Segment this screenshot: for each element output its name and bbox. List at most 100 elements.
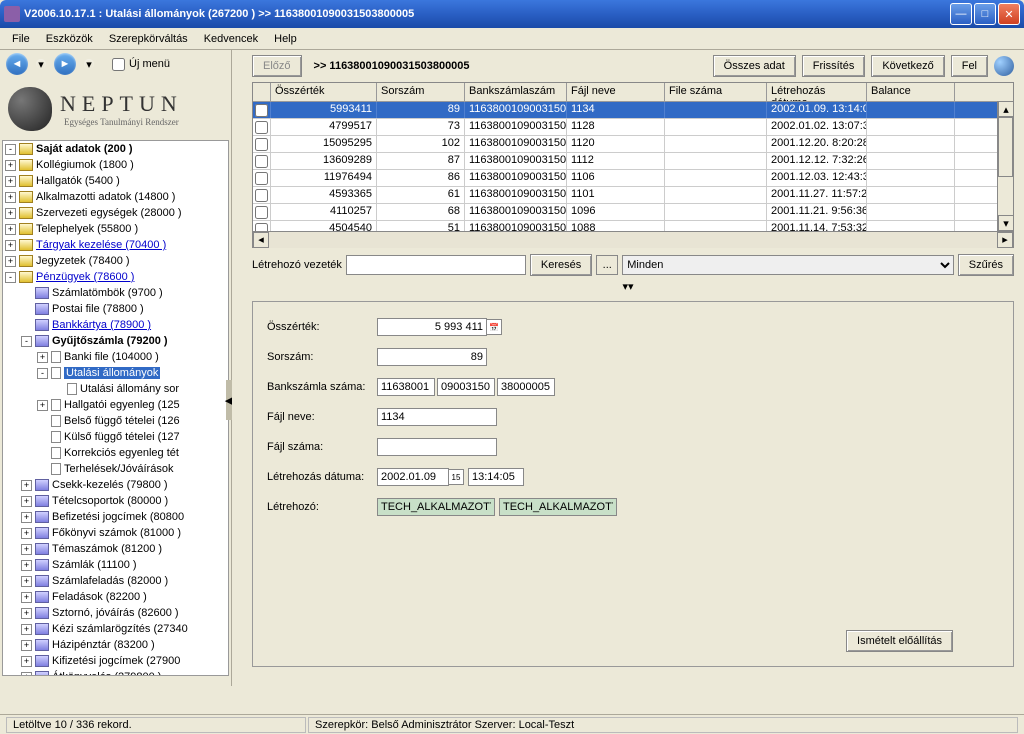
- tree-toggle-icon[interactable]: +: [21, 512, 32, 523]
- table-row[interactable]: 459336561116380010900315011012001.11.27.…: [253, 187, 1013, 204]
- tree-label[interactable]: Átkönyvelés (279800 ): [52, 671, 161, 676]
- new-menu-checkbox[interactable]: [112, 58, 125, 71]
- tree-label[interactable]: Hallgatói egyenleg (125: [64, 399, 180, 411]
- tree-label[interactable]: Utalási állomány sor: [80, 383, 179, 395]
- tree-toggle-icon[interactable]: +: [5, 224, 16, 235]
- row-checkbox[interactable]: [253, 153, 271, 169]
- tree-item[interactable]: -Gyűjtőszámla (79200 ): [3, 333, 228, 349]
- tree-item[interactable]: -Saját adatok (200 ): [3, 141, 228, 157]
- scroll-right-icon[interactable]: ▸: [997, 232, 1013, 248]
- tree-item[interactable]: +Csekk-kezelés (79800 ): [3, 477, 228, 493]
- row-checkbox[interactable]: [253, 119, 271, 135]
- scroll-up-icon[interactable]: ▴: [998, 101, 1014, 117]
- col-fileszama[interactable]: File száma: [665, 83, 767, 101]
- menu-file[interactable]: File: [4, 30, 38, 48]
- tree-label[interactable]: Főkönyvi számok (81000 ): [52, 527, 181, 539]
- tree-label[interactable]: Házipénztár (83200 ): [52, 639, 155, 651]
- tree-toggle-icon[interactable]: +: [21, 496, 32, 507]
- nav-back-button[interactable]: ◄: [6, 53, 28, 75]
- tree-item[interactable]: Számlatömbök (9700 ): [3, 285, 228, 301]
- tree-toggle-icon[interactable]: +: [5, 256, 16, 267]
- scroll-left-icon[interactable]: ◂: [253, 232, 269, 248]
- table-row[interactable]: 1360928987116380010900315011122001.12.12…: [253, 153, 1013, 170]
- tree-toggle-icon[interactable]: +: [21, 656, 32, 667]
- tree-label[interactable]: Számlák (11100 ): [52, 559, 137, 571]
- tree-label[interactable]: Telephelyek (55800 ): [36, 223, 138, 235]
- up-button[interactable]: Fel: [951, 55, 988, 77]
- close-button[interactable]: ✕: [998, 3, 1020, 25]
- tree-toggle-icon[interactable]: +: [21, 560, 32, 571]
- tree-item[interactable]: +Hallgatók (5400 ): [3, 173, 228, 189]
- col-balance[interactable]: Balance: [867, 83, 955, 101]
- tree-item[interactable]: +Befizetési jogcímek (80800: [3, 509, 228, 525]
- letrehozas-time[interactable]: [468, 468, 524, 486]
- tree-item[interactable]: Utalási állomány sor: [3, 381, 228, 397]
- grid-hscroll[interactable]: ◂ ▸: [253, 231, 1013, 247]
- tree-toggle-icon[interactable]: +: [21, 624, 32, 635]
- tree-item[interactable]: +Kézi számlarögzítés (27340: [3, 621, 228, 637]
- tree-toggle-icon[interactable]: +: [5, 176, 16, 187]
- tree-toggle-icon[interactable]: -: [21, 336, 32, 347]
- col-osszertek[interactable]: Összérték: [271, 83, 377, 101]
- tree-label[interactable]: Kifizetési jogcímek (27900: [52, 655, 180, 667]
- fajlneve-input[interactable]: [377, 408, 497, 426]
- tree-label[interactable]: Belső függő tételei (126: [64, 415, 180, 427]
- tree-label[interactable]: Terhelések/Jóváírások: [64, 463, 173, 475]
- maximize-button[interactable]: □: [974, 3, 996, 25]
- tree-item[interactable]: + Számlák (11100 ): [3, 557, 228, 573]
- tree-label[interactable]: Kollégiumok (1800 ): [36, 159, 134, 171]
- tree-item[interactable]: Belső függő tételei (126: [3, 413, 228, 429]
- nav-forward-dropdown[interactable]: ▾: [84, 59, 94, 69]
- bank-input-2[interactable]: [437, 378, 495, 396]
- tree-toggle-icon[interactable]: +: [5, 160, 16, 171]
- table-row[interactable]: 411025768116380010900315010962001.11.21.…: [253, 204, 1013, 221]
- filter-input[interactable]: [346, 255, 526, 275]
- table-row[interactable]: 15095295102116380010900315011202001.12.2…: [253, 136, 1013, 153]
- tree-label[interactable]: Tételcsoportok (80000 ): [52, 495, 168, 507]
- tree-item[interactable]: Postai file (78800 ): [3, 301, 228, 317]
- tree-label[interactable]: Tárgyak kezelése (70400 ): [36, 239, 166, 251]
- table-row[interactable]: 450454051116380010900315010882001.11.14.…: [253, 221, 1013, 231]
- tree-label[interactable]: Postai file (78800 ): [52, 303, 144, 315]
- tree-label[interactable]: Számlafeladás (82000 ): [52, 575, 168, 587]
- menu-tools[interactable]: Eszközök: [38, 30, 101, 48]
- tree-label[interactable]: Témaszámok (81200 ): [52, 543, 162, 555]
- filter-select[interactable]: Minden: [622, 255, 954, 275]
- scroll-down-icon[interactable]: ▾: [998, 215, 1014, 231]
- scroll-track[interactable]: [269, 232, 997, 248]
- tree-toggle-icon[interactable]: +: [21, 544, 32, 555]
- tree-label[interactable]: Feladások (82200 ): [52, 591, 147, 603]
- tree-toggle-icon[interactable]: +: [5, 208, 16, 219]
- tree-toggle-icon[interactable]: +: [21, 576, 32, 587]
- filter-ellipsis[interactable]: ...: [596, 255, 618, 275]
- tree-item[interactable]: +Főkönyvi számok (81000 ): [3, 525, 228, 541]
- tree-item[interactable]: + Telephelyek (55800 ): [3, 221, 228, 237]
- detail-toggle-icon[interactable]: ▾▾: [613, 280, 643, 293]
- tree-toggle-icon[interactable]: -: [5, 272, 16, 283]
- table-row[interactable]: 479951773116380010900315011282002.01.02.…: [253, 119, 1013, 136]
- tree-toggle-icon[interactable]: +: [37, 400, 48, 411]
- bank-input-3[interactable]: [497, 378, 555, 396]
- tree-item[interactable]: Külső függő tételei (127: [3, 429, 228, 445]
- tree-item[interactable]: -Utalási állományok: [3, 365, 228, 381]
- tree-item[interactable]: + Tételcsoportok (80000 ): [3, 493, 228, 509]
- scroll-thumb[interactable]: [998, 117, 1013, 177]
- tree-item[interactable]: -Pénzügyek (78600 ): [3, 269, 228, 285]
- tree-label[interactable]: Alkalmazotti adatok (14800 ): [36, 191, 175, 203]
- globe-icon[interactable]: [994, 56, 1014, 76]
- letrehozo-1[interactable]: [377, 498, 495, 516]
- row-checkbox[interactable]: [253, 204, 271, 220]
- tree-item[interactable]: +Sztornó, jóváírás (82600 ): [3, 605, 228, 621]
- repeat-button[interactable]: Ismételt előállítás: [846, 630, 953, 652]
- osszertek-input[interactable]: [377, 318, 487, 336]
- fajlszama-input[interactable]: [377, 438, 497, 456]
- tree-label[interactable]: Csekk-kezelés (79800 ): [52, 479, 168, 491]
- tree-toggle-icon[interactable]: +: [21, 592, 32, 603]
- tree-toggle-icon[interactable]: -: [37, 368, 48, 379]
- tree-item[interactable]: +Jegyzetek (78400 ): [3, 253, 228, 269]
- tree-label[interactable]: Korrekciós egyenleg tét: [64, 447, 179, 459]
- menu-roles[interactable]: Szerepkörváltás: [101, 30, 196, 48]
- tree-label[interactable]: Saját adatok (200 ): [36, 143, 133, 155]
- search-button[interactable]: Keresés: [530, 254, 592, 276]
- tree-item[interactable]: +Alkalmazotti adatok (14800 ): [3, 189, 228, 205]
